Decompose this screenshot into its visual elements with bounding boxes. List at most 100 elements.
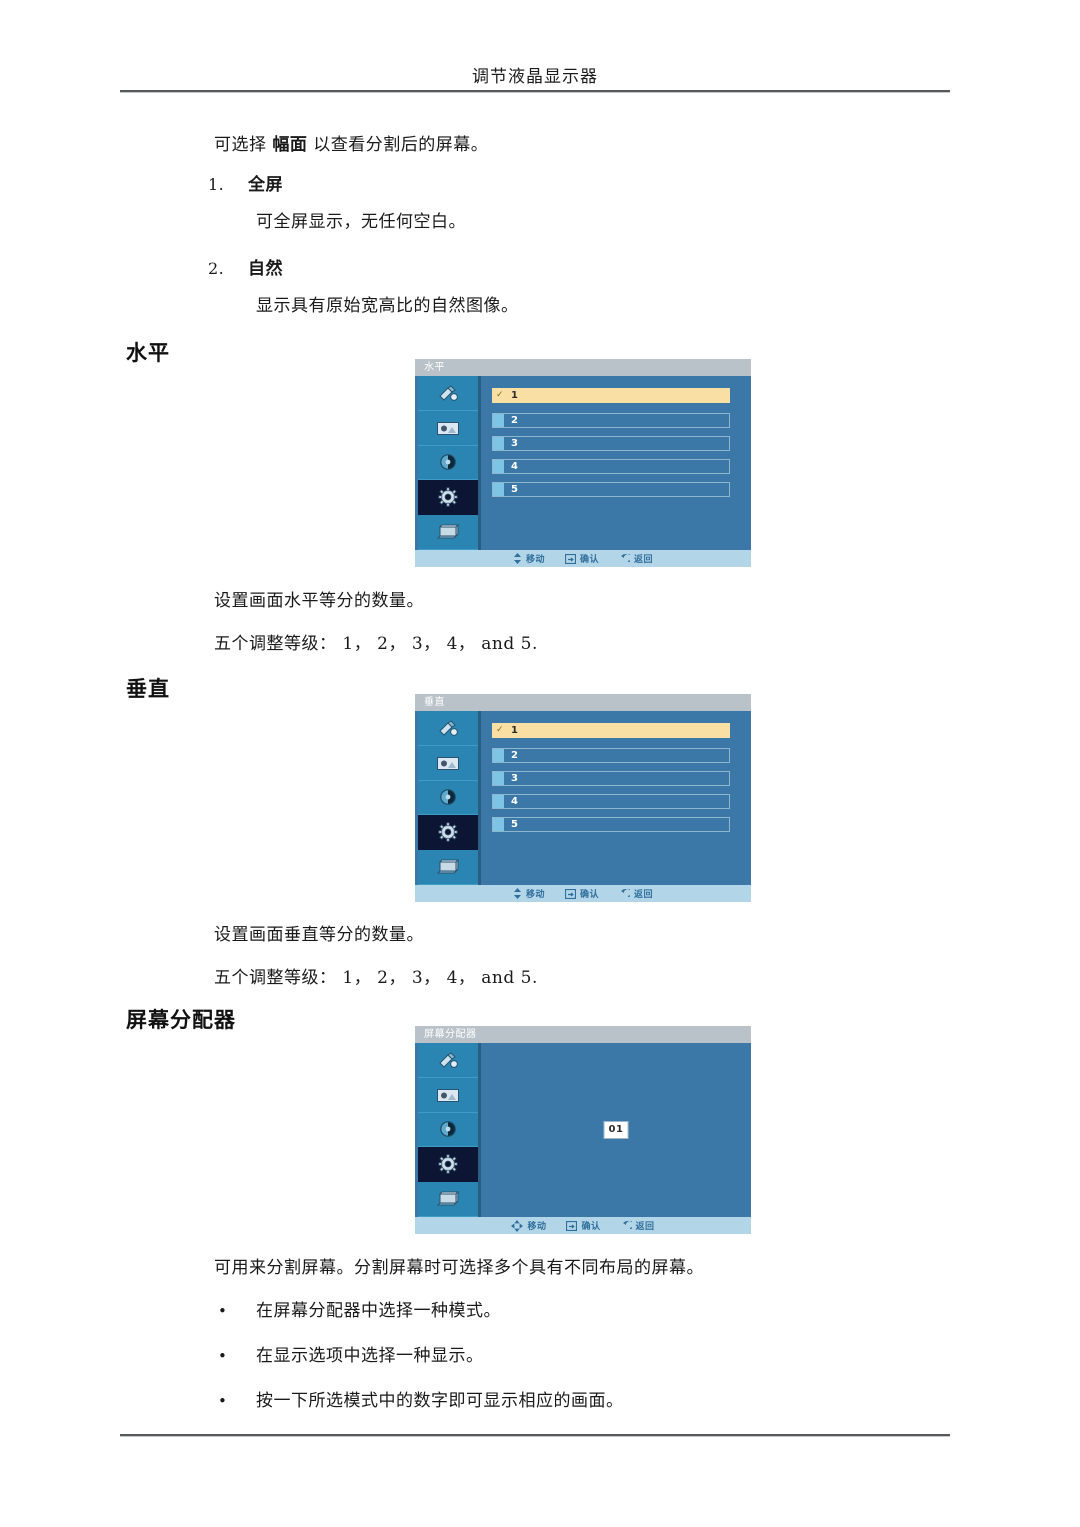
section-heading-vertical: 垂直 (126, 676, 170, 701)
gear-setup-icon[interactable] (418, 480, 478, 516)
option-chip (493, 795, 504, 808)
option-label: 5 (511, 819, 519, 830)
osd-footer-enter: 确认 (564, 552, 599, 565)
sound-icon[interactable] (418, 780, 478, 816)
option-label: 1 (511, 725, 519, 736)
multi-control-icon[interactable] (418, 850, 478, 885)
sound-icon[interactable] (418, 445, 478, 481)
option-label: 4 (511, 796, 519, 807)
option-label: 3 (511, 438, 519, 449)
osd-footer-move: 移动 (511, 1219, 546, 1232)
option-label: 5 (511, 484, 519, 495)
return-arrow-icon (622, 1220, 632, 1229)
option-chip (493, 483, 504, 496)
list-item: 1. 全屏 可全屏显示，无任何空白。 (208, 170, 848, 232)
footer-divider-rule (120, 1434, 950, 1437)
caption-line: 可用来分割屏幕。分割屏幕时可选择多个具有不同布局的屏幕。 (214, 1258, 704, 1278)
list-item: • 按一下所选模式中的数字即可显示相应的画面。 (214, 1386, 854, 1411)
osd-footer-bar: 移动 确认 返回 (415, 885, 751, 902)
gear-setup-icon[interactable] (418, 1147, 478, 1183)
osd-footer-return-label: 返回 (634, 555, 654, 565)
osd-option-row[interactable]: 5 (492, 817, 730, 832)
intro-emphasis: 幅面 (272, 135, 308, 155)
osd-footer-enter-label: 确认 (581, 1222, 601, 1232)
enter-key-icon (566, 1220, 578, 1231)
intro-paragraph: 可选择 幅面 以查看分割后的屏幕。 (214, 130, 488, 155)
intro-text-before: 可选择 (214, 135, 273, 155)
osd-titlebar: 屏幕分配器 (415, 1026, 751, 1043)
caption-vertical: 设置画面垂直等分的数量。 五个调整等级： 1， 2， 3， 4， and 5. (214, 920, 538, 988)
option-label: 2 (511, 415, 519, 426)
caption-horizontal: 设置画面水平等分的数量。 五个调整等级： 1， 2， 3， 4， and 5. (214, 586, 538, 654)
list-item-marker: 2. (208, 259, 225, 278)
osd-option-list: ✓ 1 2 3 4 5 (484, 376, 748, 550)
monitor-picture-icon[interactable] (418, 410, 478, 446)
sound-icon[interactable] (418, 1112, 478, 1148)
monitor-picture-icon[interactable] (418, 745, 478, 781)
picture-brush-icon[interactable] (418, 1043, 478, 1078)
enter-key-icon (564, 888, 576, 899)
list-item-body: 显示具有原始宽高比的自然图像。 (256, 296, 519, 316)
osd-option-row[interactable]: 3 (492, 436, 730, 451)
bullet-marker: • (218, 1347, 228, 1365)
enter-key-icon (564, 553, 576, 564)
osd-screenshot-horizontal: 水平 ✓ 1 2 3 4 5 移动 确认 返回 (415, 359, 751, 567)
section-heading-horizontal: 水平 (126, 340, 170, 365)
return-arrow-icon (621, 888, 630, 897)
checkmark-icon: ✓ (496, 390, 504, 400)
osd-option-row[interactable]: 3 (492, 771, 730, 786)
option-label: 1 (511, 390, 519, 401)
caption-line: 五个调整等级： 1， 2， 3， 4， and 5. (214, 968, 538, 988)
osd-footer-return-label: 返回 (634, 890, 654, 900)
osd-screenshot-screen-divider: 屏幕分配器 01 移动 确认 返回 (415, 1026, 751, 1234)
caption-line: 设置画面垂直等分的数量。 (214, 925, 424, 945)
osd-footer-move: 移动 (513, 552, 545, 565)
picture-brush-icon[interactable] (418, 711, 478, 746)
osd-screenshot-vertical: 垂直 ✓ 1 2 3 4 5 移动 确认 返回 (415, 694, 751, 902)
monitor-picture-icon[interactable] (418, 1077, 478, 1113)
osd-option-row[interactable]: 4 (492, 794, 730, 809)
option-label: 2 (511, 750, 519, 761)
osd-footer-bar: 移动 确认 返回 (415, 1217, 751, 1234)
list-item: • 在屏幕分配器中选择一种模式。 (214, 1296, 854, 1321)
list-item-marker: 1. (208, 175, 225, 194)
osd-footer-return-label: 返回 (635, 1222, 655, 1232)
osd-sidebar (418, 376, 481, 550)
caption-screen-divider: 可用来分割屏幕。分割屏幕时可选择多个具有不同布局的屏幕。 • 在屏幕分配器中选择… (214, 1253, 854, 1431)
osd-footer-return: 返回 (619, 552, 653, 565)
option-chip (493, 437, 504, 450)
osd-footer-enter: 确认 (566, 1219, 600, 1232)
bullet-text: 在屏幕分配器中选择一种模式。 (256, 1301, 501, 1321)
osd-footer-move-label: 移动 (527, 1222, 547, 1232)
osd-footer-enter-label: 确认 (579, 890, 599, 900)
osd-footer-enter: 确认 (564, 887, 599, 900)
osd-titlebar: 水平 (415, 359, 751, 376)
picture-brush-icon[interactable] (418, 376, 478, 411)
screen-number-badge[interactable]: 01 (603, 1121, 629, 1139)
list-item: 2. 自然 显示具有原始宽高比的自然图像。 (208, 254, 848, 316)
document-page: 调节液晶显示器 可选择 幅面 以查看分割后的屏幕。 1. 全屏 可全屏显示，无任… (0, 0, 1080, 1527)
multi-control-icon[interactable] (418, 1182, 478, 1217)
multi-control-icon[interactable] (418, 515, 478, 550)
osd-option-row[interactable]: 5 (492, 482, 730, 497)
osd-titlebar: 垂直 (415, 694, 751, 711)
osd-option-row[interactable]: ✓ 1 (492, 388, 730, 403)
bullet-text: 在显示选项中选择一种显示。 (256, 1346, 484, 1366)
list-item-title: 自然 (248, 259, 283, 279)
gear-setup-icon[interactable] (418, 815, 478, 851)
bullet-list: • 在屏幕分配器中选择一种模式。 • 在显示选项中选择一种显示。 • 按一下所选… (214, 1296, 854, 1411)
four-way-arrow-icon (511, 1219, 524, 1232)
bullet-marker: • (218, 1392, 228, 1410)
osd-footer-bar: 移动 确认 返回 (415, 550, 751, 567)
osd-option-row[interactable]: 2 (492, 413, 730, 428)
option-chip (493, 460, 504, 473)
osd-option-row[interactable]: ✓ 1 (492, 723, 730, 738)
osd-option-row[interactable]: 2 (492, 748, 730, 763)
osd-footer-return: 返回 (621, 1219, 655, 1232)
osd-option-row[interactable]: 4 (492, 459, 730, 474)
osd-option-list: ✓ 1 2 3 4 5 (484, 711, 748, 885)
numbered-list: 1. 全屏 可全屏显示，无任何空白。 2. 自然 显示具有原始宽高比的自然图像。 (208, 170, 848, 338)
osd-divider-canvas: 01 (484, 1043, 748, 1217)
up-down-arrow-icon (513, 888, 521, 899)
osd-sidebar (418, 1043, 481, 1217)
